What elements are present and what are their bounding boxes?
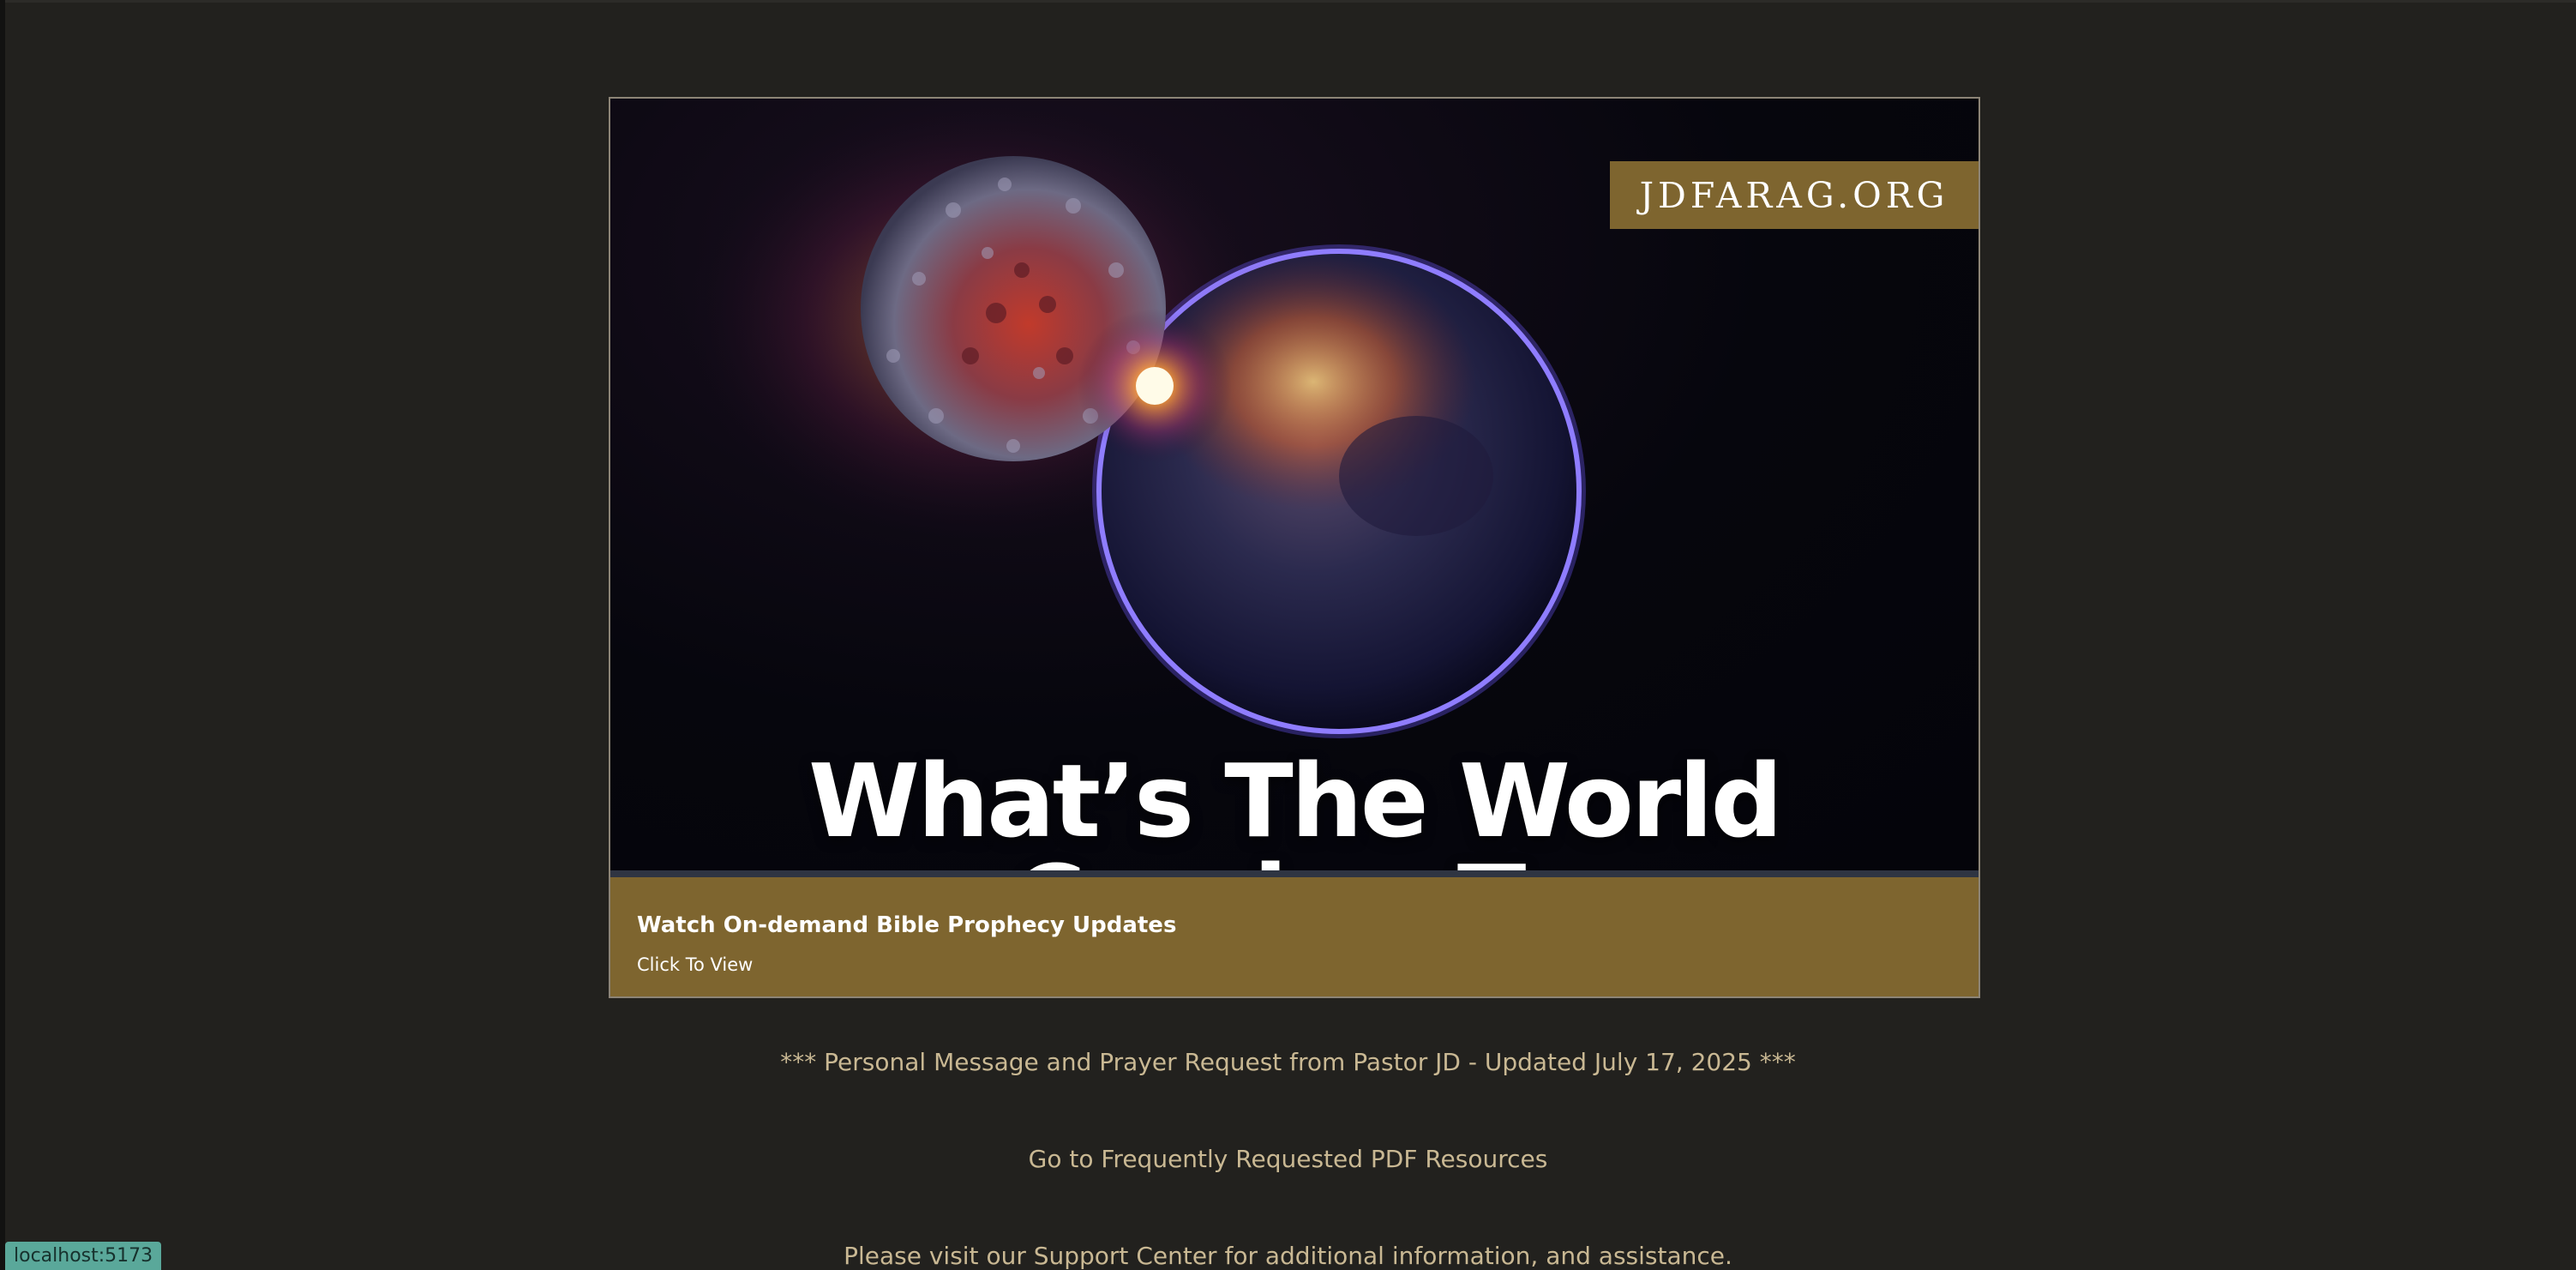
caption-title: Watch On-demand Bible Prophecy Updates [637,912,1177,938]
hero-headline: What’s The World Coming To [808,742,1783,870]
site-logo-badge: JDFARAG.ORG [1610,161,1979,229]
page: JDFARAG.ORG What’s The World Coming To W… [0,0,2576,1270]
card-caption: Watch On-demand Bible Prophecy Updates C… [610,877,1979,996]
prophecy-updates-card[interactable]: JDFARAG.ORG What’s The World Coming To W… [609,97,1980,998]
status-url-pill: localhost:5173 [5,1242,162,1270]
window-left-edge [0,0,5,1270]
hero-image: JDFARAG.ORG What’s The World Coming To [610,99,1979,870]
hero-divider [610,870,1979,877]
site-logo-text: JDFARAG.ORG [1639,174,1949,216]
pdf-resources-link[interactable]: Go to Frequently Requested PDF Resources [0,1145,2576,1173]
window-top-edge [0,0,2576,3]
caption-click-to-view: Click To View [637,954,754,975]
personal-message-link[interactable]: *** Personal Message and Prayer Request … [0,1048,2576,1076]
support-center-link[interactable]: Please visit our Support Center for addi… [0,1242,2576,1270]
